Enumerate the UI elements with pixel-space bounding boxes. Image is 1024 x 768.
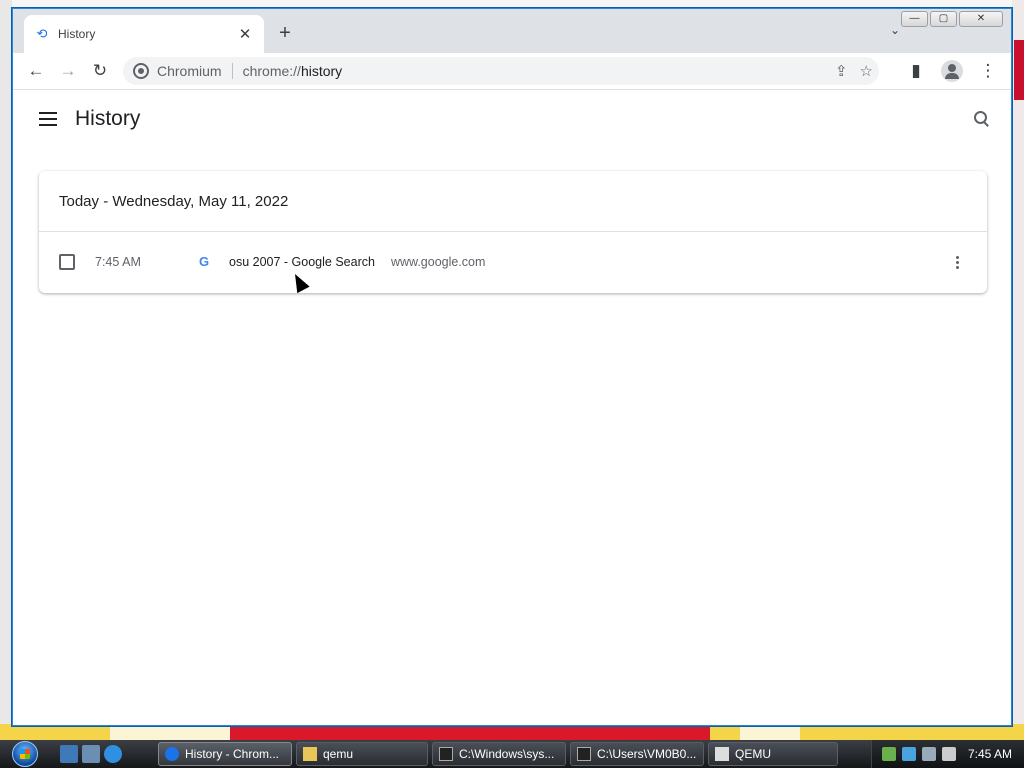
back-button[interactable]: ← — [21, 57, 51, 85]
entry-domain[interactable]: www.google.com — [391, 255, 947, 269]
maximize-button[interactable]: ▢ — [930, 11, 957, 27]
date-header: Today - Wednesday, May 11, 2022 — [39, 171, 987, 232]
menu-kebab-icon[interactable]: ⋮ — [973, 57, 1003, 85]
volume-muted-icon[interactable] — [941, 747, 956, 761]
qemu-icon — [715, 747, 729, 761]
system-tray: 7:45 AM — [870, 740, 1024, 768]
profile-button[interactable] — [937, 57, 967, 85]
tray-network-icon[interactable] — [901, 747, 916, 761]
folder-icon — [303, 747, 317, 761]
address-bar[interactable]: Chromium chrome://history ⇪ ☆ — [123, 57, 879, 85]
quick-launch — [60, 745, 122, 763]
internet-explorer-icon[interactable] — [104, 745, 122, 763]
tray-app-icon[interactable] — [881, 747, 896, 761]
new-tab-button[interactable]: + — [275, 23, 295, 43]
share-icon[interactable]: ⇪ — [835, 62, 848, 80]
hamburger-menu-icon[interactable] — [39, 112, 57, 126]
cmd-icon — [439, 747, 453, 761]
google-favicon-icon: G — [198, 254, 210, 269]
chromium-icon — [165, 747, 179, 761]
wallpaper-right — [1012, 0, 1024, 740]
task-history-chromium[interactable]: History - Chrom... — [158, 742, 292, 766]
url-text[interactable]: chrome://history — [243, 63, 343, 79]
task-qemu[interactable]: QEMU — [708, 742, 838, 766]
avatar-icon — [941, 60, 963, 82]
windows-logo-icon — [12, 741, 38, 767]
tab-history[interactable]: ⟲ History ✕ — [24, 15, 264, 53]
history-header: History — [13, 91, 1011, 147]
wallpaper-bottom — [0, 724, 1024, 740]
tab-close-icon[interactable]: ✕ — [236, 25, 254, 43]
entry-title-link[interactable]: osu 2007 - Google Search — [229, 255, 375, 269]
history-entry[interactable]: 7:45 AM G osu 2007 - Google Search www.g… — [39, 232, 987, 292]
history-icon: ⟲ — [36, 26, 48, 41]
omnibox-separator — [231, 63, 233, 79]
task-cmd-windows[interactable]: C:\Windows\sys... — [432, 742, 566, 766]
wallpaper-left — [0, 0, 12, 740]
search-icon[interactable] — [973, 110, 991, 128]
entry-time: 7:45 AM — [95, 255, 141, 269]
tab-title: History — [58, 27, 96, 41]
cmd-icon — [577, 747, 591, 761]
bookmark-star-icon[interactable]: ☆ — [860, 62, 873, 80]
browser-window: ⟲ History ✕ + ⌄ — ▢ ✕ ← → ↻ Chromium chr… — [12, 8, 1012, 726]
minimize-button[interactable]: — — [901, 11, 928, 27]
switch-windows-icon[interactable] — [82, 745, 100, 763]
window-controls: — ▢ ✕ — [901, 11, 1003, 27]
show-desktop-icon[interactable] — [60, 745, 78, 763]
history-card: Today - Wednesday, May 11, 2022 7:45 AM … — [39, 171, 987, 293]
task-qemu-folder[interactable]: qemu — [296, 742, 428, 766]
page-title: History — [75, 107, 141, 130]
tray-display-icon[interactable] — [921, 747, 936, 761]
close-window-button[interactable]: ✕ — [959, 11, 1003, 27]
history-page: History Today - Wednesday, May 11, 2022 … — [13, 91, 1011, 725]
taskbar: History - Chrom... qemu C:\Windows\sys..… — [0, 740, 1024, 768]
task-cmd-users[interactable]: C:\Users\VM0B0... — [570, 742, 704, 766]
tab-strip: ⟲ History ✕ + ⌄ — ▢ ✕ — [13, 9, 1011, 53]
start-button[interactable] — [6, 740, 44, 768]
forward-button[interactable]: → — [53, 57, 83, 85]
site-label: Chromium — [157, 63, 222, 79]
entry-checkbox[interactable] — [59, 254, 75, 270]
reload-button[interactable]: ↻ — [85, 57, 115, 85]
entry-actions-icon[interactable] — [947, 252, 967, 272]
side-panel-icon[interactable]: ▮ — [901, 57, 931, 85]
clock[interactable]: 7:45 AM — [968, 747, 1012, 761]
site-info-icon[interactable] — [133, 63, 149, 79]
navigation-toolbar: ← → ↻ Chromium chrome://history ⇪ ☆ ▮ ⋮ — [13, 53, 1011, 90]
